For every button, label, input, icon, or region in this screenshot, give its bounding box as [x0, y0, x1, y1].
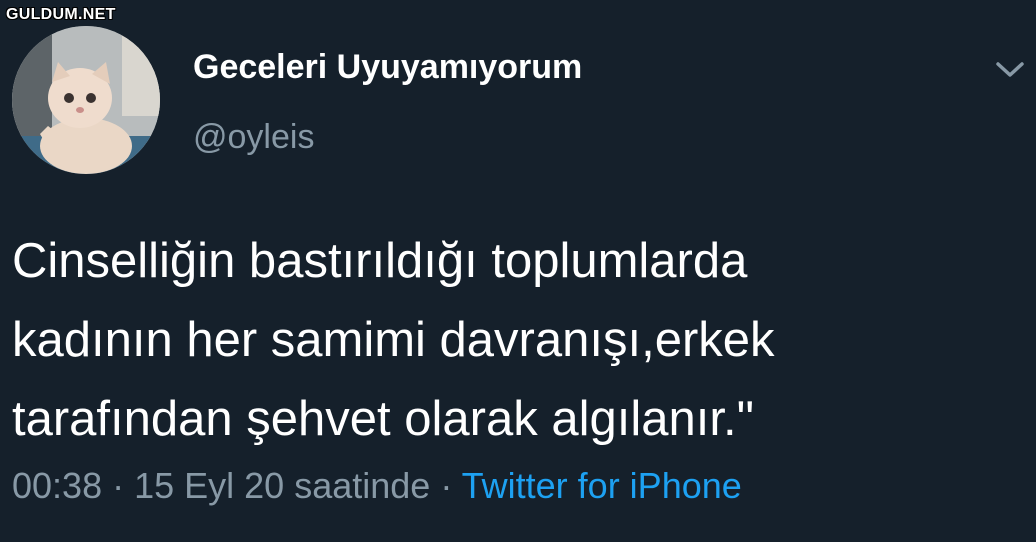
tweet-meta: 00:38 · 15 Eyl 20 saatinde · Twitter for… — [12, 465, 742, 507]
user-handle[interactable]: @oyleis — [193, 118, 314, 157]
tweet-line: tarafından şehvet olarak algılanır." — [12, 392, 754, 446]
cat-avatar-image — [12, 26, 160, 174]
chevron-down-icon[interactable] — [990, 52, 1030, 86]
meta-separator: · — [102, 465, 135, 506]
tweet-line: kadının her samimi davranışı,erkek — [12, 313, 775, 367]
tweet-date[interactable]: 15 Eyl 20 saatinde — [134, 465, 430, 506]
site-watermark: GULDUM.NET — [6, 6, 116, 23]
meta-separator: · — [430, 465, 462, 506]
avatar[interactable] — [12, 26, 160, 174]
tweet-text: Cinselliğin bastırıldığı toplumlarda kad… — [12, 222, 1022, 459]
display-name[interactable]: Geceleri Uyuyamıyorum — [193, 48, 582, 87]
tweet-time[interactable]: 00:38 — [12, 465, 102, 506]
tweet-source-link[interactable]: Twitter for iPhone — [462, 465, 742, 506]
tweet-line: Cinselliğin bastırıldığı toplumlarda — [12, 234, 748, 288]
